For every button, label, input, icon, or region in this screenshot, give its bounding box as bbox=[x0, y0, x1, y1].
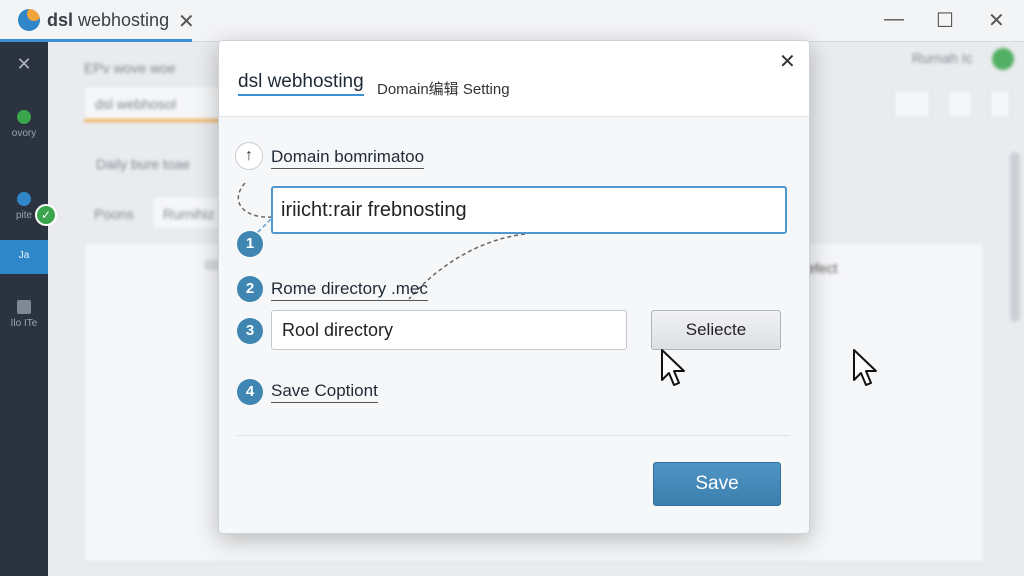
step-2-icon: 2 bbox=[237, 276, 263, 302]
bg-section-title: EPv wove woe bbox=[84, 60, 176, 76]
root-directory-label: Rome directory .mec bbox=[271, 279, 428, 301]
left-sidebar: ✕ ovory pite Ja Ilo ITe bbox=[0, 42, 48, 576]
save-option-label: Save Coptiont bbox=[271, 381, 378, 403]
bg-bell-icon bbox=[948, 90, 972, 118]
select-button[interactable]: Seliecte bbox=[651, 310, 781, 350]
bg-doc-icon bbox=[894, 90, 930, 118]
step-3-icon: 3 bbox=[237, 318, 263, 344]
bg-scrollbar[interactable] bbox=[1010, 152, 1020, 322]
minimize-icon[interactable]: — bbox=[884, 8, 904, 31]
sidebar-item-ilo[interactable]: Ilo ITe bbox=[0, 300, 48, 329]
bg-user: Rurnah Ic bbox=[912, 50, 973, 66]
mouse-cursor-icon bbox=[661, 349, 685, 386]
sidebar-blue-icon bbox=[17, 192, 31, 206]
tab-close-icon[interactable]: ✕ bbox=[178, 9, 195, 34]
domain-label: Domain bomrimatoo bbox=[271, 147, 425, 169]
domain-input[interactable] bbox=[271, 186, 787, 234]
app-logo-icon bbox=[18, 9, 40, 31]
bg-filter-a: Poons bbox=[94, 206, 134, 222]
maximize-icon[interactable]: ☐ bbox=[936, 8, 954, 33]
tab-title: dsl webhosting bbox=[47, 10, 170, 30]
bg-row-label: Daily bure toae bbox=[96, 156, 191, 172]
sidebar-close-icon[interactable]: ✕ bbox=[0, 54, 48, 75]
bg-status-icon bbox=[992, 48, 1014, 70]
sidebar-item-active[interactable]: Ja bbox=[0, 240, 48, 274]
sidebar-item-ovory[interactable]: ovory bbox=[0, 110, 48, 139]
step-4-icon: 4 bbox=[237, 379, 263, 405]
bg-menu-icon bbox=[990, 90, 1010, 118]
step-1-icon: 1 bbox=[237, 231, 263, 257]
up-arrow-icon: ↑ bbox=[235, 142, 263, 170]
window-close-icon[interactable]: ✕ bbox=[988, 8, 1005, 33]
dialog-divider bbox=[237, 435, 789, 436]
window-titlebar: dsl webhosting ✕ — ☐ ✕ bbox=[0, 0, 1024, 42]
sidebar-green-icon bbox=[17, 110, 31, 124]
sidebar-check-icon: ✓ bbox=[35, 204, 57, 226]
save-button[interactable]: Save bbox=[653, 462, 781, 506]
app-tab[interactable]: dsl webhosting ✕ bbox=[0, 0, 195, 42]
domain-settings-dialog: dsl webhosting Domain编辑 Setting ✕ ↑ Doma… bbox=[218, 40, 810, 534]
sidebar-doc-icon bbox=[17, 300, 31, 314]
root-directory-input[interactable] bbox=[271, 310, 627, 350]
mouse-cursor-icon bbox=[853, 349, 877, 386]
bg-tab: dsl webhosol bbox=[84, 86, 234, 122]
